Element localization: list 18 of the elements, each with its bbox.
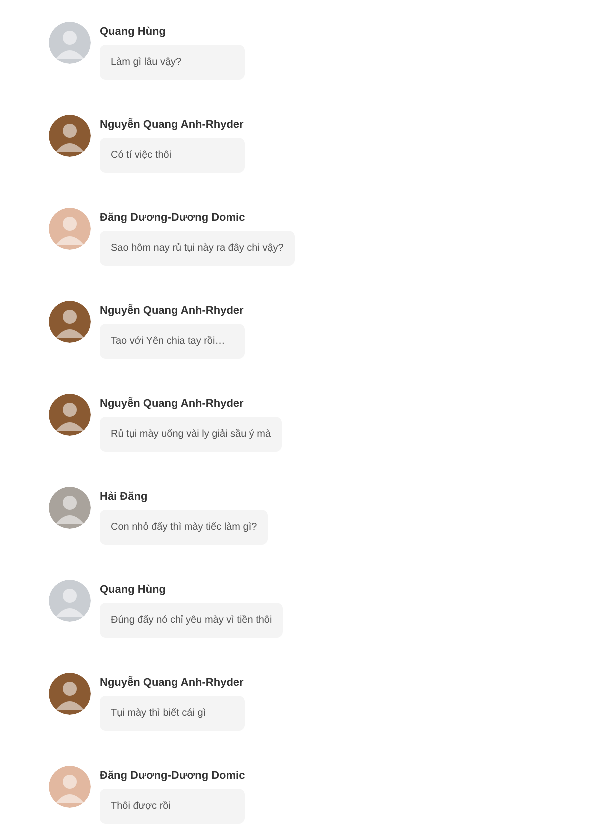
sender-name: Nguyễn Quang Anh-Rhyder bbox=[100, 676, 244, 690]
message-bubble: Đúng đấy nó chỉ yêu mày vì tiền thôi bbox=[100, 603, 284, 638]
sender-name: Hải Đăng bbox=[100, 490, 148, 504]
sender-name: Quang Hùng bbox=[100, 25, 166, 39]
message-bubble: Làm gì lâu vậy? bbox=[100, 45, 245, 80]
sender-name: Đăng Dương-Dương Domic bbox=[100, 211, 246, 225]
message-bubble: Con nhỏ đấy thì mày tiếc làm gì? bbox=[100, 510, 268, 545]
sender-name: Quang Hùng bbox=[100, 583, 166, 597]
message-bubble: Rủ tụi mày uống vài ly giải sầu ý mà bbox=[100, 417, 282, 452]
message-bubble: Tụi mày thì biết cái gì bbox=[100, 696, 245, 731]
message-bubble: Thôi được rồi bbox=[100, 789, 245, 824]
message-bubble: Có tí việc thôi bbox=[100, 138, 245, 173]
sender-name: Nguyễn Quang Anh-Rhyder bbox=[100, 118, 244, 132]
message-bubble: Sao hôm nay rủ tụi này ra đây chi vậy? bbox=[100, 231, 295, 266]
sender-name: Đăng Dương-Dương Domic bbox=[100, 769, 246, 783]
sender-name: Nguyễn Quang Anh-Rhyder bbox=[100, 397, 244, 411]
message-bubble: Tao với Yên chia tay rồi… bbox=[100, 324, 245, 359]
sender-name: Nguyễn Quang Anh-Rhyder bbox=[100, 304, 244, 318]
